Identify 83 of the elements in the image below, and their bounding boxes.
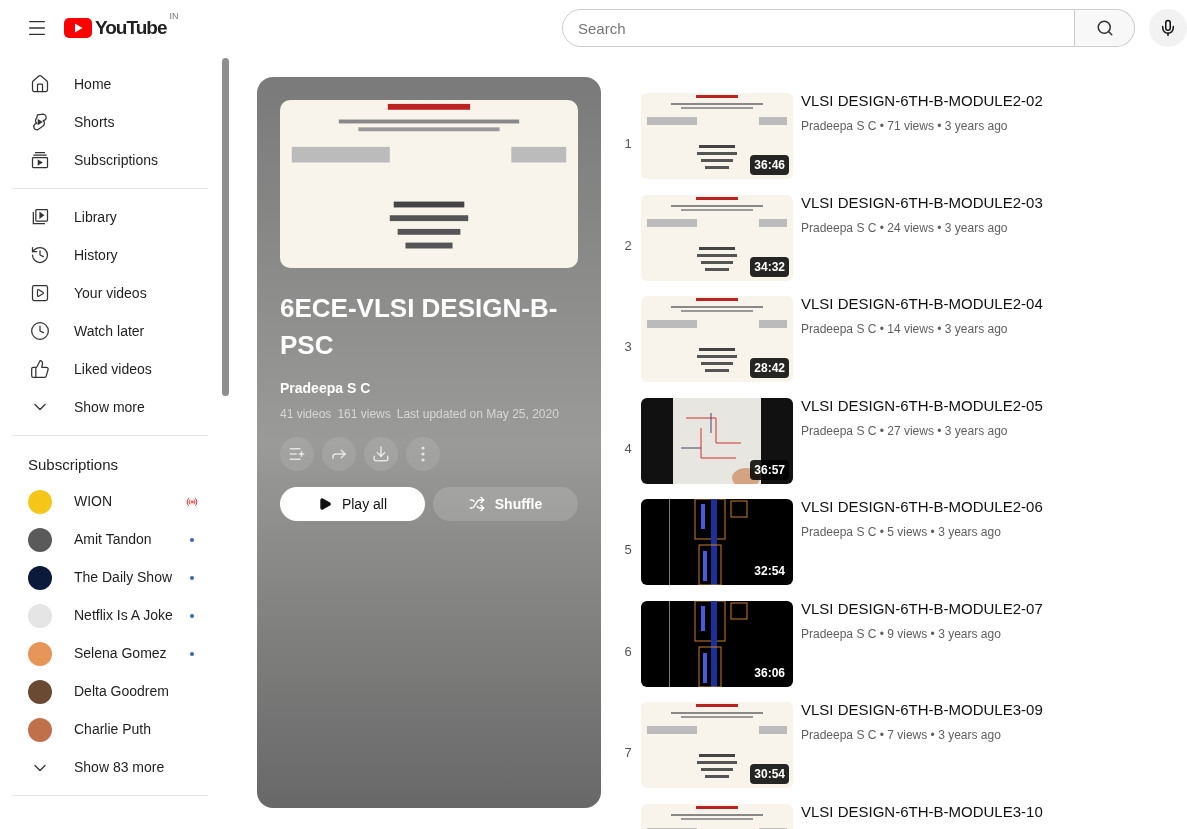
sidebar-item[interactable]: Your videos: [2, 274, 218, 312]
shorts-icon: [30, 112, 50, 132]
playlist-video-item[interactable]: 3 28:42 VLSI DESIGN-6TH-B-MODULE2-04 Pradeepa S C • 14 views • 3 years ago: [615, 296, 1043, 398]
section-heading: Subscriptions: [27, 455, 120, 475]
subscriptions-icon: [30, 150, 50, 170]
sidebar-item[interactable]: Watch later: [2, 312, 218, 350]
thumbs-up-icon: [30, 359, 50, 379]
sidebar-item[interactable]: Show more: [2, 388, 218, 426]
play-logo-icon: [64, 18, 92, 38]
video-index: 5: [623, 541, 633, 559]
more-icon: [421, 446, 425, 462]
video-index: 1: [623, 135, 633, 153]
subscription-item[interactable]: Selena Gomez: [2, 634, 218, 673]
playlist-video-item[interactable]: 2 34:32 VLSI DESIGN-6TH-B-MODULE2-03 Pradeepa S C • 24 views • 3 years ago: [615, 194, 1043, 296]
playlist-video-item[interactable]: VLSI DESIGN-6TH-B-MODULE3-10: [615, 803, 1043, 829]
video-index: 6: [623, 642, 633, 661]
history-icon: [30, 245, 50, 265]
video-title[interactable]: VLSI DESIGN-6TH-B-MODULE2-06: [801, 497, 1043, 517]
play-all-button[interactable]: Play all: [280, 487, 425, 521]
video-index: 7: [623, 744, 633, 762]
live-icon: [186, 495, 198, 508]
playlist-title: 6ECE-VLSI DESIGN-B-PSC: [280, 292, 559, 362]
duration-badge: 36:46: [750, 155, 789, 175]
video-meta: Pradeepa S C • 7 views • 3 years ago: [801, 727, 1002, 744]
playlist-video-item[interactable]: 1 36:46 VLSI DESIGN-6TH-B-MODULE2-02 Pradeepa S C • 71 views • 3 years ago: [615, 93, 1043, 195]
video-index: 2: [623, 236, 633, 255]
video-index: 4: [623, 439, 633, 458]
video-title[interactable]: VLSI DESIGN-6TH-B-MODULE3-09: [801, 700, 1043, 720]
subscription-item[interactable]: Delta Goodrem: [2, 672, 218, 711]
video-title[interactable]: VLSI DESIGN-6TH-B-MODULE2-03: [801, 192, 1043, 213]
video-title[interactable]: VLSI DESIGN-6TH-B-MODULE3-10: [801, 801, 1043, 822]
home-icon: [30, 74, 50, 94]
scrollbar[interactable]: [222, 58, 229, 396]
video-meta: Pradeepa S C • 71 views • 3 years ago: [801, 118, 1009, 135]
playlist-video-item[interactable]: 5 32:54 VLSI DESIGN-6TH-B-MODULE2-06 Pradeepa S C • 5 views • 3 years ago: [615, 499, 1043, 601]
sidebar-item[interactable]: Liked videos: [2, 350, 218, 388]
subscription-item[interactable]: The Daily Show: [2, 558, 218, 597]
play-icon: [317, 497, 332, 511]
video-meta: Pradeepa S C • 5 views • 3 years ago: [801, 524, 1002, 541]
playlist-stat: 41 videos: [280, 406, 332, 423]
sidebar-item[interactable]: Subscriptions: [2, 141, 218, 179]
video-index: 3: [623, 338, 633, 356]
video-meta: Pradeepa S C • 9 views • 3 years ago: [801, 625, 1002, 643]
add-to-queue-icon: [288, 445, 306, 463]
subscription-item[interactable]: WION: [2, 482, 218, 521]
sidebar-item[interactable]: Library: [2, 198, 218, 236]
duration-badge: 30:54: [750, 764, 789, 784]
share-button[interactable]: [322, 437, 356, 471]
sidebar-item[interactable]: Home: [2, 65, 218, 103]
download-icon: [372, 445, 390, 463]
sidebar-item[interactable]: History: [2, 236, 218, 274]
subscription-item[interactable]: Amit Tandon: [2, 520, 218, 559]
microphone-icon: [1159, 19, 1177, 37]
shuffle-icon: [468, 496, 485, 512]
video-title[interactable]: VLSI DESIGN-6TH-B-MODULE2-07: [801, 598, 1043, 619]
playlist-video-item[interactable]: 4 36:57 VLSI DESIGN-6TH-B-MODULE2-05 Pradeepa S C • 27 views • 3 years ago: [615, 397, 1043, 499]
library-icon: [30, 207, 50, 227]
voice-search-button[interactable]: [1149, 9, 1187, 47]
duration-badge: 36:57: [750, 459, 789, 480]
duration-badge: 34:32: [750, 256, 789, 277]
video-meta: Pradeepa S C • 24 views • 3 years ago: [801, 219, 1009, 237]
subscription-item[interactable]: Netflix Is A Joke: [2, 596, 218, 635]
sidebar-item[interactable]: Shorts: [2, 103, 218, 141]
save-button[interactable]: [280, 437, 314, 471]
playlist-stat: 161 views: [337, 406, 391, 423]
video-title[interactable]: VLSI DESIGN-6TH-B-MODULE2-05: [801, 395, 1043, 416]
search-field[interactable]: Search: [562, 9, 1075, 47]
playlist-stat: Last updated on May 25, 2020: [396, 406, 559, 423]
show-more-item[interactable]: Show 83 more: [2, 748, 218, 787]
subscription-item[interactable]: Charlie Puth: [2, 710, 218, 749]
search-button[interactable]: [1075, 9, 1135, 47]
video-meta: Pradeepa S C • 14 views • 3 years ago: [801, 321, 1009, 338]
playlist-video-item[interactable]: 6 36:06 VLSI DESIGN-6TH-B-MODULE2-07 Pradeepa S C • 9 views • 3 years ago: [615, 600, 1043, 702]
clock-icon: [30, 321, 50, 341]
video-title[interactable]: VLSI DESIGN-6TH-B-MODULE2-02: [801, 91, 1043, 111]
play-square-icon: [30, 283, 50, 303]
download-button[interactable]: [364, 437, 398, 471]
search-icon: [1095, 19, 1114, 37]
duration-badge: 28:42: [750, 358, 789, 378]
video-title[interactable]: VLSI DESIGN-6TH-B-MODULE2-04: [801, 294, 1043, 314]
more-button[interactable]: [406, 437, 440, 471]
video-meta: Pradeepa S C • 27 views • 3 years ago: [801, 422, 1009, 440]
playlist-video-item[interactable]: 7 30:54 VLSI DESIGN-6TH-B-MODULE3-09 Pradeepa S C • 7 views • 3 years ago: [615, 702, 1043, 804]
